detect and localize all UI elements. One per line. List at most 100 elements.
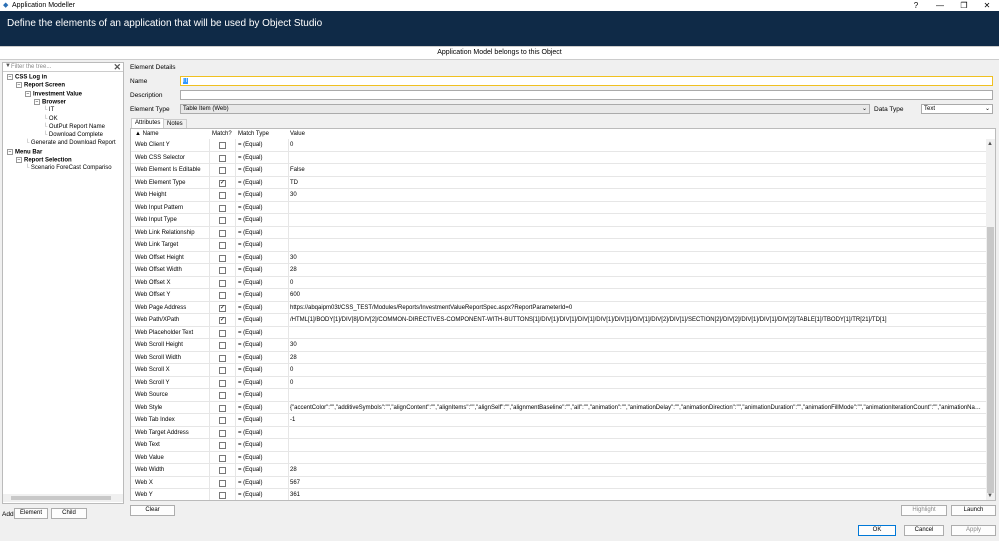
tree-node[interactable]: − Menu Bar (7, 148, 42, 155)
cancel-button[interactable]: Cancel (904, 525, 944, 536)
match-type[interactable]: = (Equal) (238, 214, 263, 226)
match-checkbox[interactable] (219, 479, 226, 487)
ok-button[interactable]: OK (858, 525, 896, 536)
tree-node[interactable]: − Investment Value (25, 90, 82, 97)
tree-node[interactable]: − Report Selection (16, 157, 72, 164)
close-button[interactable]: ✕ (975, 0, 999, 11)
attribute-value[interactable]: 361 (290, 489, 985, 500)
object-link-bar[interactable]: Application Model belongs to this Object (0, 46, 999, 60)
table-row[interactable]: Web Offset Height = (Equal) 30 (131, 251, 987, 264)
table-row[interactable]: Web Scroll Height = (Equal) 30 (131, 339, 987, 352)
tree-horizontal-scrollbar[interactable] (3, 494, 123, 502)
scroll-down-icon[interactable]: ▼ (987, 493, 993, 499)
match-type[interactable]: = (Equal) (238, 302, 263, 314)
attribute-value[interactable]: 600 (290, 289, 985, 301)
match-type[interactable]: = (Equal) (238, 202, 263, 214)
help-button[interactable]: ? (904, 0, 928, 11)
match-type[interactable]: = (Equal) (238, 364, 263, 376)
table-row[interactable]: Web Client Y = (Equal) 0 (131, 139, 987, 152)
match-checkbox[interactable] (219, 217, 226, 224)
match-checkbox[interactable]: ✓ (219, 304, 226, 312)
tree-filter[interactable]: ▼ Filter the tree... ✕ (3, 62, 123, 72)
tree-filter-input[interactable]: Filter the tree... (11, 64, 51, 70)
table-row[interactable]: Web Offset Y = (Equal) 600 (131, 289, 987, 302)
table-row[interactable]: Web Offset X = (Equal) 0 (131, 276, 987, 289)
match-checkbox[interactable] (219, 392, 226, 399)
attribute-value[interactable]: 30 (290, 339, 985, 351)
tree-node[interactable]: └ Download Complete (43, 132, 103, 138)
match-type[interactable]: = (Equal) (238, 139, 263, 151)
name-input[interactable]: IT (180, 76, 993, 86)
match-checkbox[interactable] (219, 354, 226, 362)
table-row[interactable]: Web Link Target = (Equal) (131, 239, 987, 252)
element-type-select[interactable]: Table Item (Web) ⌄ (180, 104, 870, 114)
attribute-value[interactable]: 28 (290, 264, 985, 276)
table-row[interactable]: Web Style = (Equal) {"accentColor":"","add… (131, 401, 987, 414)
match-type[interactable]: = (Equal) (238, 489, 263, 500)
match-type[interactable]: = (Equal) (238, 427, 263, 439)
table-row[interactable]: Web Element Is Editable = (Equal) False (131, 164, 987, 177)
description-input[interactable] (180, 90, 993, 100)
match-type[interactable]: = (Equal) (238, 389, 263, 401)
attribute-value[interactable]: {"accentColor":"","additiveSymbols":"","… (290, 402, 985, 414)
clear-button[interactable]: Clear (130, 505, 175, 516)
table-row[interactable]: Web Path/XPath ✓ = (Equal) /HTML[1]/BODY[1]… (131, 314, 987, 327)
attribute-value[interactable]: -1 (290, 414, 985, 426)
match-checkbox[interactable] (219, 204, 226, 212)
table-row[interactable]: Web Scroll Width = (Equal) 28 (131, 351, 987, 364)
table-row[interactable]: Web Tab Index = (Equal) -1 (131, 414, 987, 427)
tree-node[interactable]: └ Generate and Download Report (25, 140, 116, 146)
add-child-button[interactable]: Child (51, 508, 87, 519)
match-checkbox[interactable] (219, 417, 226, 424)
grid-vertical-scrollbar[interactable]: ▲ ▼ (986, 139, 995, 500)
column-match-type[interactable]: Match Type (238, 129, 269, 139)
table-row[interactable]: Web Value = (Equal) (131, 451, 987, 464)
table-row[interactable]: Web X = (Equal) 567 (131, 476, 987, 489)
table-row[interactable]: Web Target Address = (Equal) (131, 426, 987, 439)
match-type[interactable]: = (Equal) (238, 264, 263, 276)
tree-node[interactable]: └ IT (43, 107, 54, 113)
restore-button[interactable]: ❐ (952, 0, 976, 11)
match-type[interactable]: = (Equal) (238, 402, 263, 414)
match-checkbox[interactable] (219, 429, 226, 437)
table-row[interactable]: Web Offset Width = (Equal) 28 (131, 264, 987, 277)
match-checkbox[interactable] (219, 442, 226, 449)
match-checkbox[interactable] (219, 292, 226, 299)
match-checkbox[interactable] (219, 379, 226, 387)
match-type[interactable]: = (Equal) (238, 239, 263, 251)
collapse-icon[interactable]: − (16, 157, 22, 163)
table-row[interactable]: Web Height = (Equal) 30 (131, 189, 987, 202)
attribute-value[interactable]: 30 (290, 252, 985, 264)
match-type[interactable]: = (Equal) (238, 477, 263, 489)
match-checkbox[interactable]: ✓ (219, 179, 226, 187)
match-checkbox[interactable] (219, 192, 226, 199)
match-checkbox[interactable] (219, 142, 226, 149)
add-element-button[interactable]: Element (14, 508, 48, 519)
match-type[interactable]: = (Equal) (238, 439, 263, 451)
attribute-value[interactable]: 28 (290, 352, 985, 364)
match-checkbox[interactable] (219, 242, 226, 249)
collapse-icon[interactable]: − (16, 82, 22, 89)
match-type[interactable]: = (Equal) (238, 464, 263, 476)
match-type[interactable]: = (Equal) (238, 189, 263, 201)
table-row[interactable]: Web Source = (Equal) (131, 389, 987, 402)
match-checkbox[interactable] (219, 254, 226, 262)
match-type[interactable]: = (Equal) (238, 452, 263, 464)
launch-button[interactable]: Launch (951, 505, 996, 516)
match-type[interactable]: = (Equal) (238, 327, 263, 339)
collapse-icon[interactable]: − (7, 74, 13, 80)
attribute-value[interactable]: /HTML[1]/BODY[1]/DIV[8]/DIV[2]/COMMON-DI… (290, 314, 985, 326)
tree-node[interactable]: └ OutPut Report Name (43, 124, 105, 130)
tree-node[interactable]: − CSS Log in (7, 74, 47, 81)
match-checkbox[interactable] (219, 342, 226, 349)
table-row[interactable]: Web CSS Selector = (Equal) (131, 151, 987, 164)
match-type[interactable]: = (Equal) (238, 252, 263, 264)
column-match[interactable]: Match? (212, 129, 232, 139)
match-checkbox[interactable] (219, 367, 226, 374)
match-type[interactable]: = (Equal) (238, 227, 263, 239)
attribute-value[interactable]: 0 (290, 377, 985, 389)
match-checkbox[interactable] (219, 492, 226, 499)
tree-node[interactable]: └ Scenario ForeCast Compariso (25, 165, 112, 171)
match-type[interactable]: = (Equal) (238, 314, 263, 326)
attribute-value[interactable]: 0 (290, 139, 985, 151)
